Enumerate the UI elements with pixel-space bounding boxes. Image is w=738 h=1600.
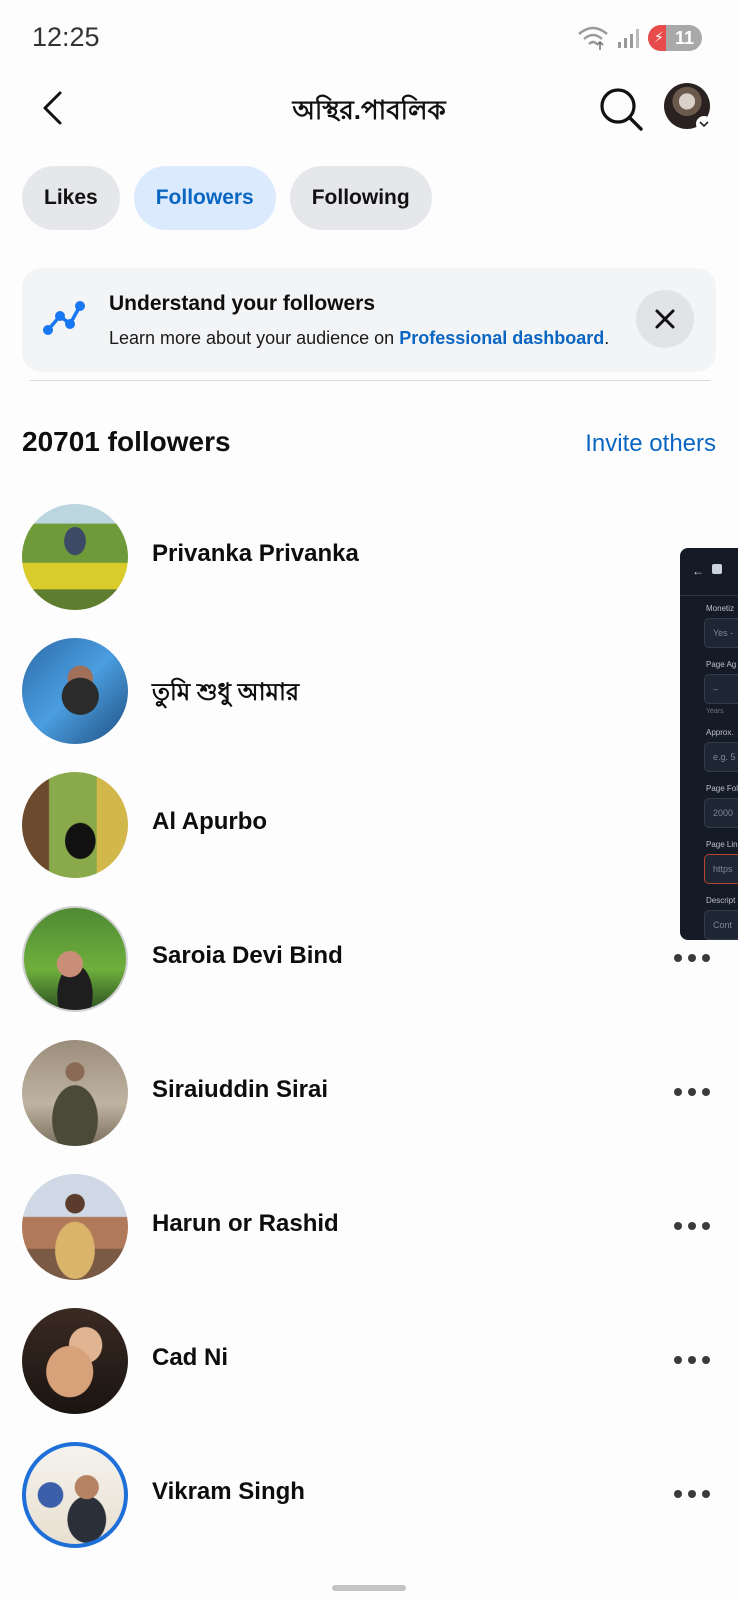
overlay-label: Monetiz bbox=[706, 604, 735, 613]
banner-text-suffix: . bbox=[604, 328, 610, 348]
list-item[interactable]: Privanka Privanka bbox=[0, 488, 738, 624]
filter-tabs: Likes Followers Following bbox=[22, 166, 432, 230]
banner-title: Understand your followers bbox=[109, 292, 376, 315]
more-options-button[interactable] bbox=[674, 1348, 718, 1372]
avatar[interactable] bbox=[22, 1442, 128, 1548]
overlay-field[interactable]: e.g. 5 bbox=[704, 742, 738, 772]
list-item[interactable]: Cad Ni bbox=[0, 1292, 738, 1428]
avatar[interactable] bbox=[22, 1308, 128, 1414]
more-options-button[interactable] bbox=[674, 946, 718, 970]
overlay-label: Approx. bbox=[706, 728, 734, 737]
list-item[interactable]: তুমি শুধু আমার bbox=[0, 622, 738, 758]
signal-icon bbox=[618, 29, 639, 48]
overlay-toolbar: ← bbox=[680, 548, 738, 596]
overlay-field[interactable]: Yes - bbox=[704, 618, 738, 648]
list-item[interactable]: Harun or Rashid bbox=[0, 1158, 738, 1294]
status-icons: ⚡ 11 bbox=[576, 24, 702, 52]
close-icon bbox=[655, 309, 675, 329]
follower-name[interactable]: তুমি শুধু আমার bbox=[152, 674, 299, 714]
overlay-field[interactable]: – bbox=[704, 674, 738, 704]
tab-following[interactable]: Following bbox=[289, 166, 432, 230]
follower-name[interactable]: Saroia Devi Bind bbox=[152, 942, 343, 970]
avatar[interactable] bbox=[22, 772, 128, 878]
more-options-button[interactable] bbox=[674, 1080, 718, 1104]
overlay-label: Page Lin bbox=[706, 840, 738, 849]
list-item[interactable]: Saroia Devi Bind bbox=[0, 890, 738, 1026]
avatar[interactable] bbox=[22, 1174, 128, 1280]
close-banner-button[interactable] bbox=[636, 290, 694, 348]
invite-others-link[interactable]: Invite others bbox=[585, 430, 716, 458]
followers-count: 20701 followers bbox=[22, 426, 231, 457]
search-icon[interactable] bbox=[596, 84, 646, 134]
chevron-down-icon[interactable] bbox=[696, 116, 712, 132]
overlay-label: Years bbox=[706, 708, 724, 715]
overlay-field[interactable]: 2000 bbox=[704, 798, 738, 828]
battery-indicator: ⚡ 11 bbox=[648, 25, 702, 51]
lock-icon bbox=[712, 564, 722, 574]
avatar[interactable] bbox=[22, 906, 128, 1012]
status-time: 12:25 bbox=[32, 22, 100, 52]
more-options-button[interactable] bbox=[674, 1214, 718, 1238]
list-item[interactable]: Al Apurbo bbox=[0, 756, 738, 892]
status-bar: 12:25 ⚡ 11 bbox=[0, 0, 738, 76]
insights-banner: Understand your followers Learn more abo… bbox=[22, 268, 716, 372]
avatar[interactable] bbox=[22, 638, 128, 744]
overlay-label: Page Fol bbox=[706, 784, 738, 793]
banner-text-prefix: Learn more about your audience on bbox=[109, 328, 400, 348]
professional-dashboard-link[interactable]: Professional dashboard bbox=[399, 328, 604, 348]
tab-followers[interactable]: Followers bbox=[133, 166, 276, 230]
overlay-back-icon[interactable]: ← bbox=[692, 564, 704, 578]
banner-text: Learn more about your audience on Profes… bbox=[109, 328, 609, 349]
follower-name[interactable]: Al Apurbo bbox=[152, 808, 267, 836]
wifi-icon bbox=[578, 26, 608, 50]
battery-level: 11 bbox=[674, 27, 694, 48]
tab-likes[interactable]: Likes bbox=[22, 166, 120, 230]
more-options-button[interactable] bbox=[674, 1482, 718, 1506]
divider bbox=[30, 380, 710, 381]
follower-name[interactable]: Cad Ni bbox=[152, 1344, 228, 1372]
header: অস্থির.পাবলিক bbox=[0, 76, 738, 142]
follower-name[interactable]: Vikram Singh bbox=[152, 1478, 305, 1506]
floating-window-overlay[interactable]: ← Monetiz Yes - Page Ag – Years Approx. … bbox=[680, 548, 738, 940]
list-item[interactable]: Vikram Singh bbox=[0, 1426, 738, 1562]
overlay-label: Page Ag bbox=[706, 660, 737, 669]
overlay-field[interactable]: https bbox=[704, 854, 738, 884]
avatar[interactable] bbox=[22, 504, 128, 610]
overlay-label: Descript bbox=[706, 896, 736, 905]
overlay-field[interactable]: Cont bbox=[704, 910, 738, 940]
charging-icon: ⚡ bbox=[654, 29, 664, 45]
home-indicator[interactable] bbox=[332, 1585, 406, 1591]
follower-name[interactable]: Harun or Rashid bbox=[152, 1210, 339, 1238]
trend-chart-icon bbox=[43, 301, 85, 335]
follower-name[interactable]: Siraiuddin Sirai bbox=[152, 1076, 328, 1104]
follower-name[interactable]: Privanka Privanka bbox=[152, 540, 359, 568]
list-item[interactable]: Siraiuddin Sirai bbox=[0, 1024, 738, 1160]
avatar[interactable] bbox=[22, 1040, 128, 1146]
